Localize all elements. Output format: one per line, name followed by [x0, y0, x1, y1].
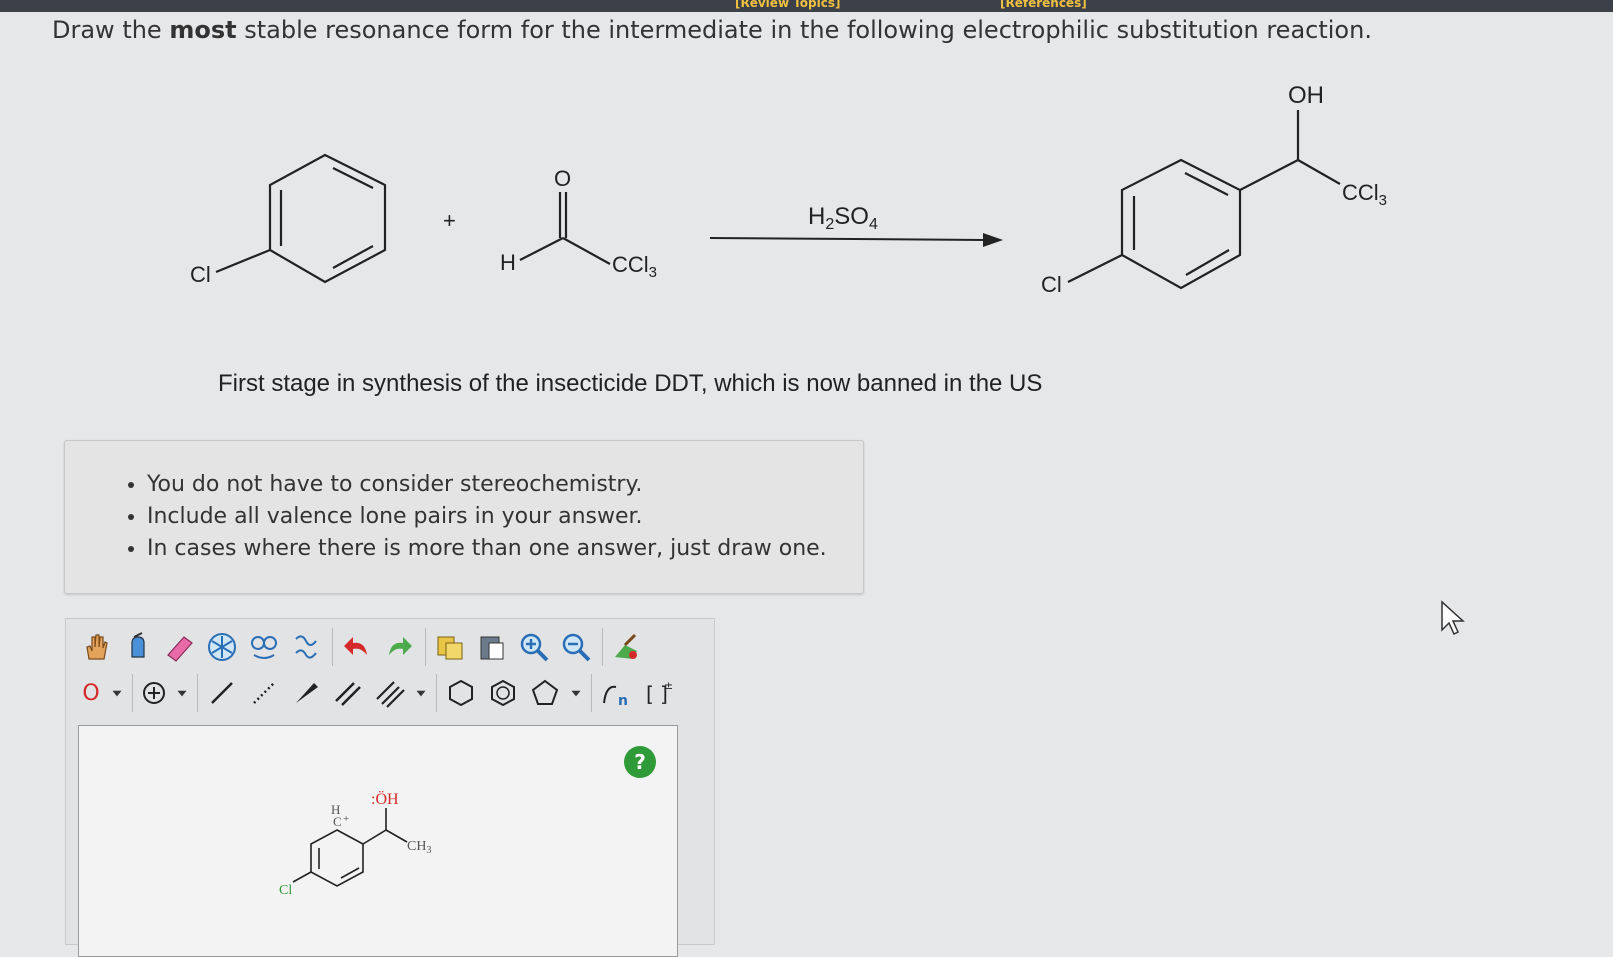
note-item: You do not have to consider stereochemis…	[147, 469, 863, 501]
question-suffix: stable resonance form for the intermedia…	[236, 16, 1372, 44]
plus-sign: +	[443, 208, 456, 233]
triple-bond-icon[interactable]	[370, 673, 410, 713]
hashed-bond-icon[interactable]	[244, 673, 284, 713]
drawn-structure: H C + :ÖH CH3 Cl	[279, 790, 431, 898]
mouse-cursor-icon	[1441, 600, 1465, 636]
toolbar-separator	[332, 628, 333, 666]
h-label: H	[500, 250, 516, 275]
drawn-cl-label: Cl	[279, 883, 292, 898]
instructions-box: You do not have to consider stereochemis…	[64, 440, 864, 594]
single-bond-icon[interactable]	[202, 673, 242, 713]
note-item: Include all valence lone pairs in your a…	[147, 501, 863, 533]
svg-text:n: n	[618, 693, 628, 709]
note-item: In cases where there is more than one an…	[147, 533, 863, 565]
eraser-icon[interactable]	[160, 627, 200, 667]
lasso-icon[interactable]	[118, 627, 158, 667]
drawing-canvas[interactable]: ? H C + :ÖH CH3 Cl	[78, 725, 678, 957]
reaction-arrow	[709, 233, 1003, 247]
editor-toolbar-top	[76, 625, 649, 669]
drawn-ch3-label: CH3	[407, 839, 431, 856]
oh-label: OH	[1288, 82, 1324, 109]
hand-icon[interactable]	[76, 627, 116, 667]
atom-map-icon[interactable]	[244, 627, 284, 667]
drawn-charge-label: +	[343, 813, 349, 825]
ccl3-label-right: CCl3	[1342, 180, 1387, 209]
toolbar-separator	[197, 674, 198, 712]
copy-icon[interactable]	[430, 627, 470, 667]
chloral	[519, 192, 611, 265]
cl-label-right: Cl	[1041, 272, 1062, 297]
reagent-label: H2SO4	[808, 203, 878, 233]
atom-selector[interactable]: O	[76, 673, 106, 713]
cyclopentane-icon[interactable]	[525, 673, 565, 713]
product	[1067, 110, 1341, 290]
charge-plus-icon[interactable]	[137, 673, 171, 713]
chevron-down-icon[interactable]	[412, 673, 430, 713]
drawn-c-label: C	[333, 814, 342, 829]
reaction-scheme: Cl + O H CCl3 H2SO4 OH CCl3 Cl	[190, 82, 1387, 297]
structure-editor: O n [ ] ± ? H C +:ÖH CH3 Cl	[65, 618, 715, 957]
zoom-out-icon[interactable]	[556, 627, 596, 667]
toolbar-separator	[602, 628, 603, 666]
clean-structure-icon[interactable]	[607, 627, 647, 667]
toolbar-separator	[132, 674, 133, 712]
top-bar: [Review Topics] [References]	[0, 0, 1613, 12]
question-prefix: Draw the	[52, 16, 170, 44]
benzene-icon[interactable]	[483, 673, 523, 713]
reaction-caption: First stage in synthesis of the insectic…	[218, 370, 1043, 397]
toolbar-separator	[425, 628, 426, 666]
question-emphasis: most	[169, 16, 237, 44]
bracket-charge-icon[interactable]: [ ] ±	[638, 673, 678, 713]
svg-text:±: ±	[664, 679, 673, 692]
editor-toolbar-bottom: O n [ ] ±	[76, 671, 680, 715]
ccl3-label-left: CCl3	[612, 252, 657, 281]
drawn-oh-label: :ÖH	[371, 790, 399, 808]
sgroup-icon[interactable]: n	[596, 673, 636, 713]
undo-icon[interactable]	[337, 627, 377, 667]
cl-label-left: Cl	[190, 262, 211, 287]
chevron-down-icon[interactable]	[173, 673, 191, 713]
chlorobenzene	[215, 153, 387, 284]
toolbar-separator	[436, 674, 437, 712]
toolbar-separator	[591, 674, 592, 712]
template-ring-icon[interactable]	[202, 627, 242, 667]
chain-icon[interactable]	[286, 627, 326, 667]
references-link[interactable]: [References]	[1000, 0, 1087, 10]
chevron-down-icon[interactable]	[567, 673, 585, 713]
wedge-bond-icon[interactable]	[286, 673, 326, 713]
double-bond-icon[interactable]	[328, 673, 368, 713]
zoom-in-icon[interactable]	[514, 627, 554, 667]
cyclohexane-icon[interactable]	[441, 673, 481, 713]
o-label: O	[554, 166, 571, 191]
redo-icon[interactable]	[379, 627, 419, 667]
chevron-down-icon[interactable]	[108, 673, 126, 713]
review-topics-link[interactable]: [Review Topics]	[735, 0, 840, 10]
question-text: Draw the most stable resonance form for …	[52, 16, 1372, 44]
paste-icon[interactable]	[472, 627, 512, 667]
